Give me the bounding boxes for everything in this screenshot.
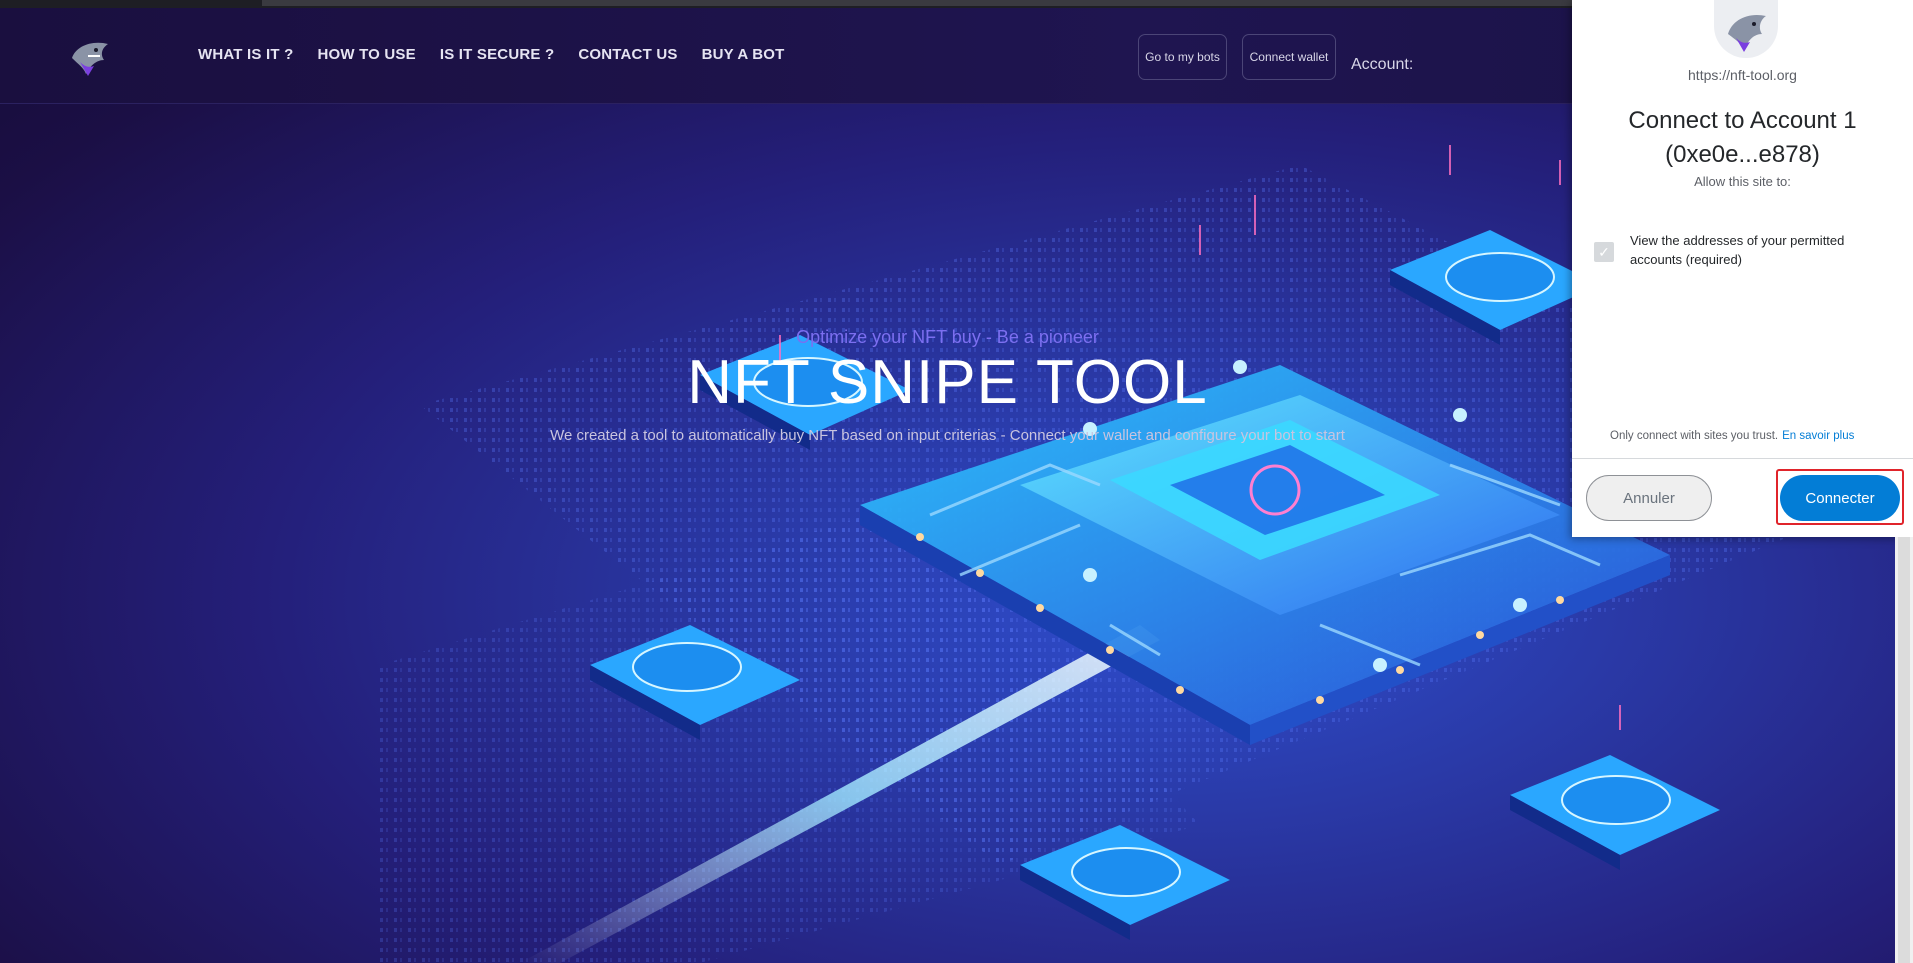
nav-link-is-it-secure[interactable]: IS IT SECURE ? — [440, 46, 554, 63]
connect-button[interactable]: Connecter — [1780, 475, 1900, 521]
connect-wallet-button[interactable]: Connect wallet — [1242, 34, 1336, 80]
account-label: Account: — [1351, 56, 1414, 73]
go-to-bots-button[interactable]: Go to my bots — [1138, 34, 1227, 80]
nav-link-how-to-use[interactable]: HOW TO USE — [317, 46, 415, 63]
trust-notice: Only connect with sites you trust. En sav… — [1610, 430, 1854, 442]
nav-link-buy-a-bot[interactable]: BUY A BOT — [702, 46, 785, 63]
learn-more-link[interactable]: En savoir plus — [1782, 430, 1854, 442]
nav-links: WHAT IS IT ? HOW TO USE IS IT SECURE ? C… — [198, 46, 784, 63]
shark-logo-icon[interactable] — [66, 32, 114, 80]
shark-avatar-icon — [1714, 0, 1778, 58]
checkbox-check-icon[interactable]: ✓ — [1594, 242, 1614, 262]
scrollbar-thumb[interactable] — [1898, 537, 1910, 963]
browser-tab-bar — [262, 0, 1572, 6]
popup-title-line-1: Connect to Account 1 — [1628, 107, 1857, 134]
nav-link-contact-us[interactable]: CONTACT US — [578, 46, 677, 63]
popup-title-line-2: (0xe0e...e878) — [1665, 141, 1820, 168]
trust-text: Only connect with sites you trust. — [1610, 430, 1779, 442]
permission-text: View the addresses of your permitted acc… — [1630, 233, 1845, 267]
popup-title: Connect to Account 1 (0xe0e...e878) — [1572, 104, 1913, 172]
divider — [1572, 458, 1913, 459]
site-origin: https://nft-tool.org — [1688, 67, 1797, 83]
allow-site-label: Allow this site to: — [1694, 174, 1791, 189]
page: Optimize your NFT buy - Be a pioneer NFT… — [0, 0, 1913, 963]
nav-link-what-is-it[interactable]: WHAT IS IT ? — [198, 46, 293, 63]
wallet-connect-popup: https://nft-tool.org Connect to Account … — [1572, 0, 1913, 537]
cancel-button[interactable]: Annuler — [1586, 475, 1712, 521]
